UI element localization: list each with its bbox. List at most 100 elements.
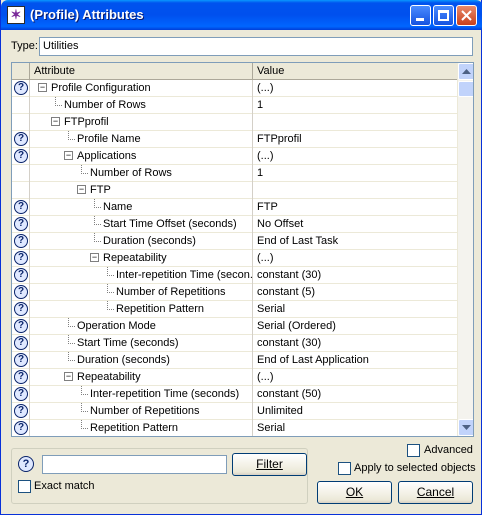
help-icon[interactable]: ? [14,251,28,265]
attribute-cell[interactable]: Number of Rows [30,165,253,182]
apply-selected-label[interactable]: Apply to selected objects [354,462,476,474]
help-icon[interactable]: ? [14,370,28,384]
table-row[interactable]: ? Start Time (seconds) constant (30) [12,335,457,352]
ok-button[interactable]: OK [317,481,392,504]
type-field[interactable]: Utilities [39,37,473,56]
collapse-icon[interactable]: − [77,185,86,194]
title-bar[interactable]: ✶ (Profile) Attributes [1,0,482,30]
value-cell[interactable]: constant (50) [253,386,457,403]
attribute-cell[interactable]: Profile Name [30,131,253,148]
attribute-cell[interactable]: Start Time (seconds) [30,335,253,352]
scroll-down-button[interactable] [458,419,473,436]
table-row[interactable]: ? Repetition Pattern Serial [12,301,457,318]
advanced-checkbox[interactable] [407,444,420,457]
attribute-cell[interactable]: Number of Repetitions [30,403,253,420]
table-row[interactable]: ? − Repeatability (...) [12,250,457,267]
attribute-cell[interactable]: − Profile Configuration [30,80,253,97]
attribute-cell[interactable]: − Repeatability [30,369,253,386]
value-cell[interactable]: (...) [253,80,457,97]
table-row[interactable]: ? Number of Repetitions Unlimited [12,403,457,420]
attribute-cell[interactable]: Duration (seconds) [30,233,253,250]
collapse-icon[interactable]: − [51,117,60,126]
value-cell[interactable]: constant (30) [253,267,457,284]
attribute-cell[interactable]: Inter-repetition Time (seconds) [30,386,253,403]
table-row[interactable]: ? − Repeatability (...) [12,369,457,386]
help-icon[interactable]: ? [14,404,28,418]
help-icon[interactable]: ? [14,319,28,333]
table-row[interactable]: ? Profile Name FTPprofil [12,131,457,148]
value-cell[interactable]: constant (5) [253,284,457,301]
attribute-cell[interactable]: − FTPprofil [30,114,253,131]
attribute-cell[interactable]: − Repeatability [30,250,253,267]
help-icon[interactable]: ? [14,217,28,231]
table-row[interactable]: ? Repetition Pattern Serial [12,420,457,436]
table-row[interactable]: ? Number of Repetitions constant (5) [12,284,457,301]
maximize-button[interactable] [433,5,454,26]
table-row[interactable]: ? − Applications (...) [12,148,457,165]
help-icon[interactable]: ? [14,353,28,367]
help-icon[interactable]: ? [14,200,28,214]
table-row[interactable]: ? Operation Mode Serial (Ordered) [12,318,457,335]
help-icon[interactable]: ? [14,285,28,299]
help-icon[interactable]: ? [14,302,28,316]
table-row[interactable]: ? Inter-repetition Time (seconds) constant… [12,386,457,403]
value-cell[interactable]: FTP [253,199,457,216]
value-cell[interactable]: No Offset [253,216,457,233]
value-cell[interactable]: Serial (Ordered) [253,318,457,335]
value-cell[interactable]: (...) [253,148,457,165]
help-icon[interactable]: ? [18,456,34,472]
table-row[interactable]: ? Name FTP [12,199,457,216]
collapse-icon[interactable]: − [38,83,47,92]
exact-match-label[interactable]: Exact match [34,480,95,492]
advanced-label[interactable]: Advanced [424,444,473,456]
value-cell[interactable]: constant (30) [253,335,457,352]
exact-match-checkbox[interactable] [18,480,31,493]
table-row[interactable]: Number of Rows 1 [12,165,457,182]
attribute-cell[interactable]: Duration (seconds) [30,352,253,369]
help-icon[interactable]: ? [14,234,28,248]
help-icon[interactable]: ? [14,387,28,401]
collapse-icon[interactable]: − [90,253,99,262]
scroll-thumb[interactable] [458,81,473,97]
help-icon[interactable]: ? [14,336,28,350]
header-attribute[interactable]: Attribute [30,63,253,80]
minimize-button[interactable] [410,5,431,26]
collapse-icon[interactable]: − [64,151,73,160]
value-cell[interactable]: Serial [253,420,457,436]
filter-button[interactable]: Filter [232,453,307,476]
value-cell[interactable]: (...) [253,369,457,386]
value-cell[interactable]: 1 [253,165,457,182]
table-row[interactable]: ? Inter-repetition Time (secon... constant… [12,267,457,284]
value-cell[interactable]: 1 [253,97,457,114]
table-row[interactable]: ? Start Time Offset (seconds) No Offset [12,216,457,233]
attribute-cell[interactable]: Operation Mode [30,318,253,335]
attribute-cell[interactable]: Name [30,199,253,216]
value-cell[interactable]: Unlimited [253,403,457,420]
apply-selected-checkbox[interactable] [338,462,351,475]
close-button[interactable] [456,5,477,26]
value-cell[interactable]: End of Last Application [253,352,457,369]
help-icon[interactable]: ? [14,268,28,282]
value-cell[interactable] [253,114,457,131]
attribute-cell[interactable]: Number of Repetitions [30,284,253,301]
attribute-cell[interactable]: Repetition Pattern [30,301,253,318]
header-value[interactable]: Value [253,63,457,80]
value-cell[interactable]: (...) [253,250,457,267]
vertical-scrollbar[interactable] [457,63,473,436]
value-cell[interactable] [253,182,457,199]
table-row[interactable]: − FTP [12,182,457,199]
help-icon[interactable]: ? [14,149,28,163]
scroll-up-button[interactable] [458,63,473,80]
attribute-cell[interactable]: Start Time Offset (seconds) [30,216,253,233]
value-cell[interactable]: End of Last Task [253,233,457,250]
table-row[interactable]: ? − Profile Configuration (...) [12,80,457,97]
attribute-cell[interactable]: Inter-repetition Time (secon... [30,267,253,284]
cancel-button[interactable]: Cancel [398,481,473,504]
table-row[interactable]: ? Duration (seconds) End of Last Task [12,233,457,250]
attribute-cell[interactable]: Repetition Pattern [30,420,253,436]
help-icon[interactable]: ? [14,132,28,146]
help-icon[interactable]: ? [14,421,28,435]
help-icon[interactable]: ? [14,81,28,95]
attribute-cell[interactable]: − Applications [30,148,253,165]
table-row[interactable]: − FTPprofil [12,114,457,131]
